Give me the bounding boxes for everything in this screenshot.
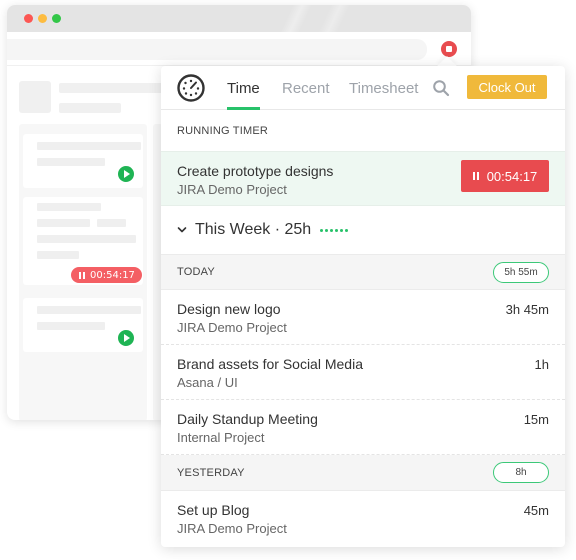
entry-title: Brand assets for Social Media <box>177 356 363 372</box>
skeleton-line <box>59 83 169 93</box>
day-header-yesterday: YESTERDAY 8h <box>161 455 565 491</box>
day-label: YESTERDAY <box>177 466 245 479</box>
running-timer-header: RUNNING TIMER <box>161 110 565 151</box>
skeleton-line <box>37 219 90 227</box>
browser-titlebar <box>7 5 471 32</box>
skeleton-card <box>23 298 143 352</box>
day-total-badge: 8h <box>493 462 549 483</box>
tab-timesheet[interactable]: Timesheet <box>349 66 418 110</box>
running-timer-entry[interactable]: Create prototype designs JIRA Demo Proje… <box>161 151 565 206</box>
skeleton-line <box>37 142 141 150</box>
entry-project: Asana / UI <box>177 375 238 390</box>
entry-project: JIRA Demo Project <box>177 521 287 536</box>
search-icon[interactable] <box>432 79 450 97</box>
time-entry[interactable]: Set up Blog JIRA Demo Project 45m <box>161 491 565 546</box>
entry-duration: 1h <box>534 357 549 372</box>
skeleton-line <box>37 306 141 314</box>
skeleton-line <box>37 235 136 243</box>
time-entry[interactable]: Design new logo JIRA Demo Project 3h 45m <box>161 290 565 345</box>
clock-out-button[interactable]: Clock Out <box>467 75 547 99</box>
chevron-down-icon <box>177 227 187 233</box>
skeleton-line <box>97 219 126 227</box>
play-icon[interactable] <box>118 166 134 182</box>
day-header-today: TODAY 5h 55m <box>161 254 565 290</box>
week-progress-dots <box>320 228 349 232</box>
pause-icon <box>79 271 85 279</box>
stop-icon <box>446 46 452 52</box>
skeleton-card <box>23 134 143 188</box>
mini-timer-value: 00:54:17 <box>90 269 135 281</box>
pause-icon <box>472 172 479 180</box>
window-maximize-button[interactable] <box>52 14 61 23</box>
entry-project: JIRA Demo Project <box>177 320 287 335</box>
skeleton-line <box>37 322 105 330</box>
skeleton-line <box>37 251 79 259</box>
skeleton-avatar <box>19 81 51 113</box>
entry-duration: 45m <box>523 503 549 518</box>
entry-title: Set up Blog <box>177 502 250 518</box>
play-icon[interactable] <box>118 330 134 346</box>
running-timer-label: RUNNING TIMER <box>177 124 269 137</box>
day-label: TODAY <box>177 266 215 278</box>
skeleton-card: 00:54:17 <box>23 197 143 285</box>
day-total-badge: 5h 55m <box>493 262 549 283</box>
time-entry[interactable]: Brand assets for Social Media Asana / UI… <box>161 345 565 400</box>
extension-stop-button[interactable] <box>441 41 457 57</box>
stop-timer-button[interactable]: 00:54:17 <box>461 160 549 192</box>
stopwatch-logo-icon <box>177 74 205 102</box>
window-close-button[interactable] <box>24 14 33 23</box>
browser-toolbar <box>7 32 471 65</box>
entry-duration: 15m <box>523 412 549 427</box>
entry-title: Design new logo <box>177 301 281 317</box>
skeleton-line <box>37 158 105 166</box>
address-bar[interactable] <box>7 39 427 60</box>
mini-running-timer[interactable]: 00:54:17 <box>71 267 142 283</box>
entry-title: Create prototype designs <box>177 163 334 179</box>
timer-elapsed: 00:54:17 <box>486 168 538 184</box>
entry-project: JIRA Demo Project <box>177 182 287 197</box>
time-tracker-popup: Time Recent Timesheet Clock Out RUNNING … <box>161 66 565 547</box>
time-entry[interactable]: Daily Standup Meeting Internal Project 1… <box>161 400 565 455</box>
week-title: This Week · 25h <box>195 221 312 238</box>
skeleton-line <box>59 103 121 113</box>
entry-title: Daily Standup Meeting <box>177 411 318 427</box>
skeleton-line <box>37 203 101 211</box>
popup-header: Time Recent Timesheet Clock Out <box>161 66 565 110</box>
entry-project: Internal Project <box>177 430 265 445</box>
tab-recent[interactable]: Recent <box>282 66 330 110</box>
entry-duration: 3h 45m <box>505 302 549 317</box>
tab-time[interactable]: Time <box>227 66 260 110</box>
week-summary-toggle[interactable]: This Week · 25h <box>161 206 565 254</box>
window-minimize-button[interactable] <box>38 14 47 23</box>
